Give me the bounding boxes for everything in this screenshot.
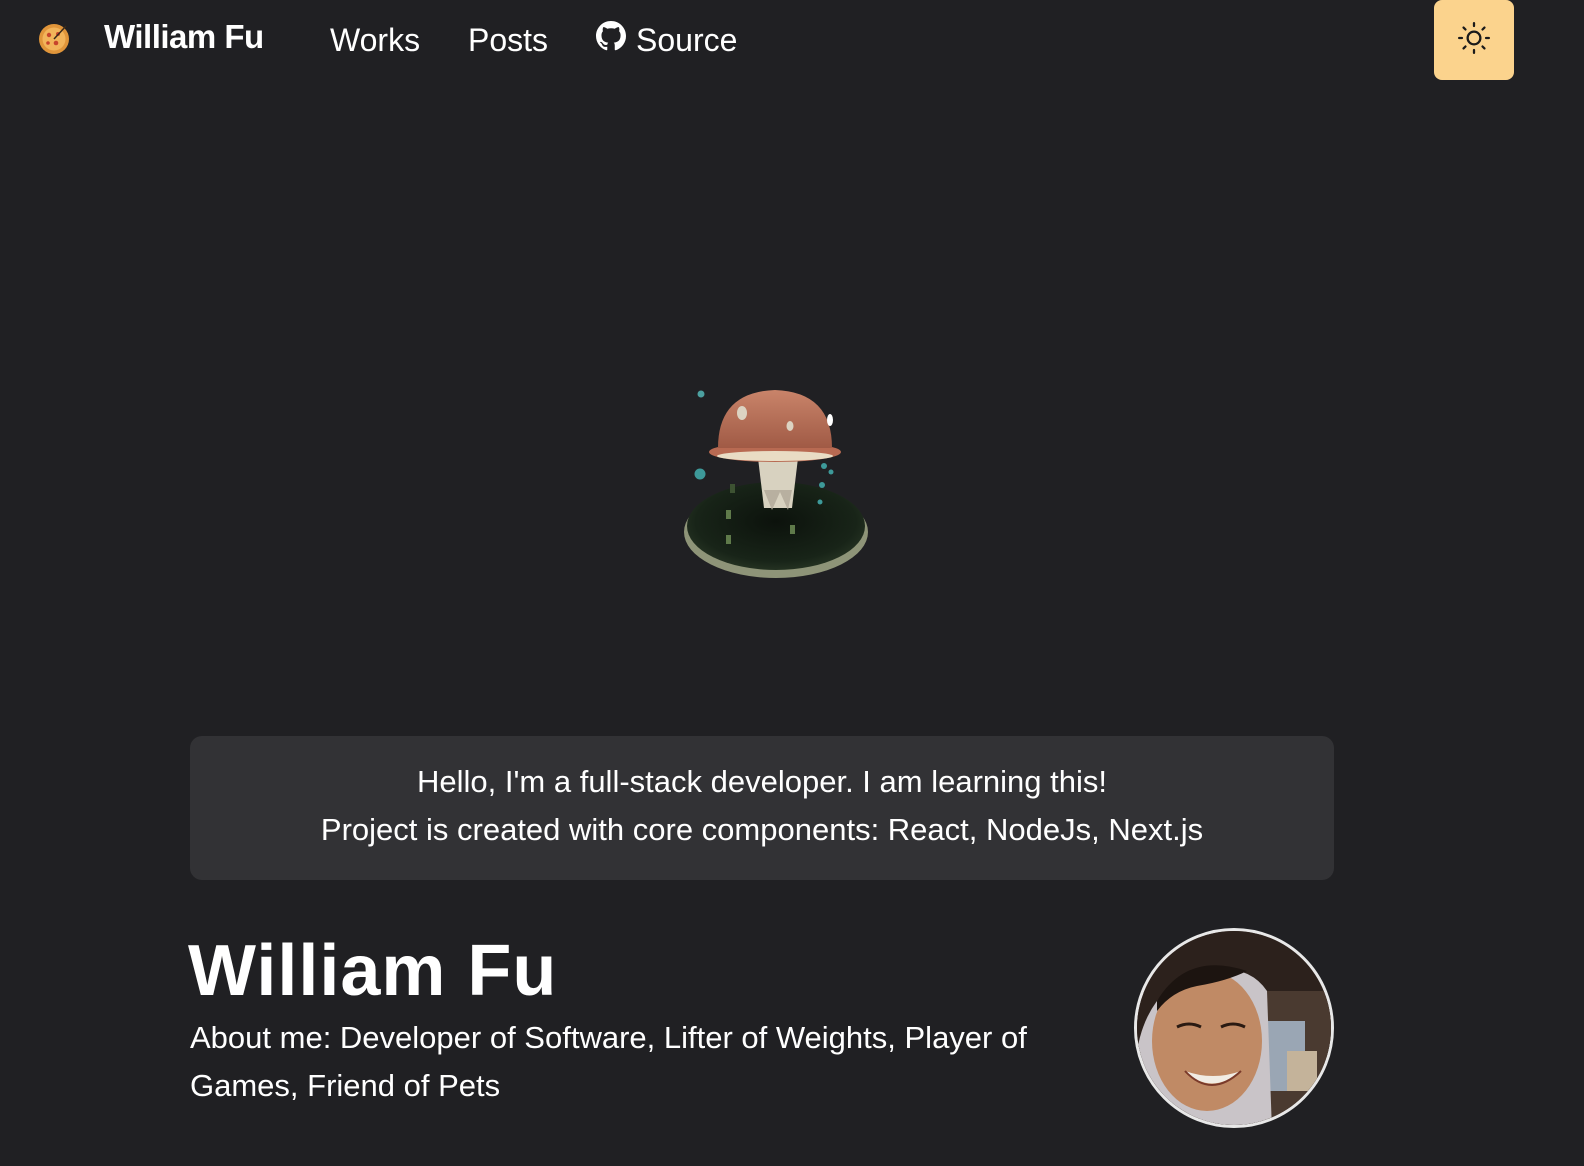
nav-link-source-label: Source bbox=[636, 22, 738, 58]
intro-line-1: Hello, I'm a full-stack developer. I am … bbox=[417, 764, 1107, 799]
pizza-icon[interactable] bbox=[36, 20, 72, 56]
sun-icon bbox=[1457, 21, 1491, 60]
profile-name: William Fu bbox=[188, 931, 558, 1011]
nav-link-source[interactable]: Source bbox=[596, 20, 737, 60]
mushroom-voxel-model[interactable] bbox=[640, 360, 920, 620]
brand-link[interactable]: William Fu bbox=[104, 18, 264, 56]
nav-link-works[interactable]: Works bbox=[330, 20, 420, 60]
intro-banner: Hello, I'm a full-stack developer. I am … bbox=[190, 736, 1334, 880]
nav-link-posts[interactable]: Posts bbox=[468, 20, 548, 60]
profile-about: About me: Developer of Software, Lifter … bbox=[190, 1020, 1027, 1103]
intro-line-2: Project is created with core components:… bbox=[320, 812, 1204, 847]
top-navbar: William Fu Works Posts Source bbox=[0, 0, 1584, 84]
theme-toggle-button[interactable] bbox=[1434, 0, 1514, 80]
profile-photo bbox=[1134, 928, 1334, 1128]
github-icon bbox=[596, 20, 636, 60]
